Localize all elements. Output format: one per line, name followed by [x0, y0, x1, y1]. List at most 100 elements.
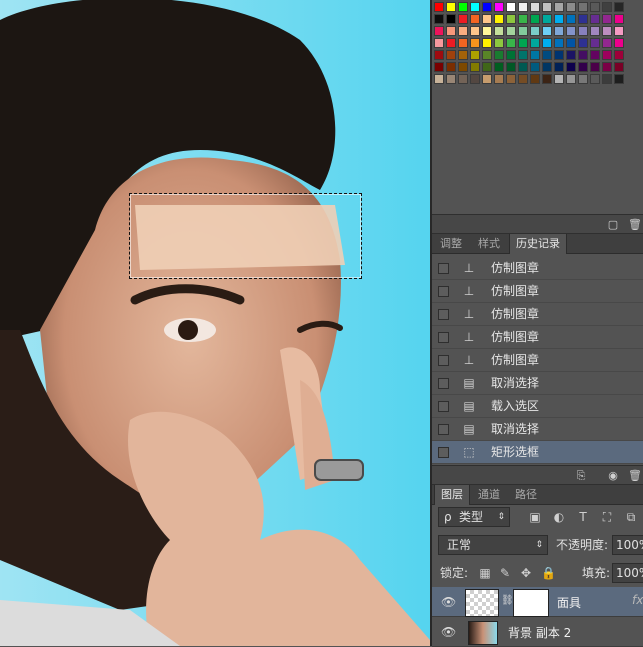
color-swatch[interactable] [554, 38, 564, 48]
color-swatch[interactable] [602, 38, 612, 48]
color-swatch[interactable] [518, 14, 528, 24]
color-swatch[interactable] [434, 38, 444, 48]
color-swatch[interactable] [542, 26, 552, 36]
color-swatch[interactable] [542, 2, 552, 12]
color-swatch[interactable] [446, 2, 456, 12]
color-swatch[interactable] [446, 62, 456, 72]
history-state-row[interactable]: ⊥ 仿制图章 [432, 257, 643, 280]
color-swatch[interactable] [518, 38, 528, 48]
color-swatch[interactable] [566, 50, 576, 60]
color-swatch[interactable] [578, 2, 588, 12]
color-swatch[interactable] [590, 50, 600, 60]
adjustment-layer-filter-icon[interactable]: ◐ [552, 510, 566, 524]
color-swatch[interactable] [458, 50, 468, 60]
color-swatch[interactable] [506, 14, 516, 24]
color-swatch[interactable] [494, 2, 504, 12]
color-swatch[interactable] [506, 50, 516, 60]
history-brush-source-checkbox[interactable] [438, 263, 449, 274]
color-swatch[interactable] [566, 14, 576, 24]
color-swatch[interactable] [494, 26, 504, 36]
color-swatch[interactable] [566, 26, 576, 36]
lock-all-icon[interactable]: 🔒 [541, 566, 556, 580]
color-swatch[interactable] [590, 38, 600, 48]
layer-name[interactable]: 背景 副本 2 [508, 624, 571, 641]
layer-mask-thumbnail[interactable] [513, 589, 549, 617]
color-swatch[interactable] [578, 74, 588, 84]
color-swatch[interactable] [518, 2, 528, 12]
history-state-row[interactable]: ⊥ 仿制图章 [432, 326, 643, 349]
color-swatch[interactable] [554, 50, 564, 60]
color-swatch[interactable] [602, 14, 612, 24]
color-swatch[interactable] [470, 38, 480, 48]
lock-position-icon[interactable]: ✥ [519, 566, 533, 580]
color-swatch[interactable] [458, 26, 468, 36]
opacity-input[interactable]: 100% [612, 535, 643, 555]
history-state-row[interactable]: ⬚ 矩形选框 [432, 441, 643, 464]
layer-filter-select[interactable]: ρ 类型 ⇕ [438, 507, 510, 527]
color-swatch[interactable] [458, 62, 468, 72]
color-swatch[interactable] [578, 50, 588, 60]
layer-row-background-copy[interactable]: 👁 背景 副本 2 [432, 617, 643, 647]
color-swatch[interactable] [446, 38, 456, 48]
color-swatch[interactable] [590, 62, 600, 72]
tab-layers[interactable]: 图层 [434, 485, 470, 505]
color-swatch[interactable] [590, 14, 600, 24]
color-swatch[interactable] [566, 38, 576, 48]
color-swatch[interactable] [482, 50, 492, 60]
layer-row-mask[interactable]: 👁 ⛓ 面具 fx [432, 587, 643, 617]
fill-input[interactable]: 100% [612, 563, 643, 583]
history-state-row[interactable]: ▤ 取消选择 [432, 372, 643, 395]
color-swatch[interactable] [554, 62, 564, 72]
color-swatch[interactable] [530, 2, 540, 12]
color-swatch[interactable] [542, 50, 552, 60]
color-swatch[interactable] [530, 38, 540, 48]
color-swatch[interactable] [530, 14, 540, 24]
color-swatch[interactable] [470, 14, 480, 24]
color-swatch[interactable] [506, 26, 516, 36]
color-swatch[interactable] [482, 2, 492, 12]
trash-icon[interactable]: 🗑 [628, 469, 642, 483]
color-swatch[interactable] [602, 2, 612, 12]
color-swatch[interactable] [506, 38, 516, 48]
type-layer-filter-icon[interactable]: T [576, 510, 590, 524]
color-swatch[interactable] [446, 14, 456, 24]
color-swatch[interactable] [470, 50, 480, 60]
color-swatch[interactable] [602, 50, 612, 60]
color-swatch[interactable] [458, 2, 468, 12]
color-swatch[interactable] [506, 62, 516, 72]
color-swatch[interactable] [542, 38, 552, 48]
color-swatch[interactable] [530, 62, 540, 72]
history-state-row[interactable]: ▤ 载入选区 [432, 395, 643, 418]
color-swatch[interactable] [602, 26, 612, 36]
tab-history[interactable]: 历史记录 [509, 234, 567, 254]
color-swatch[interactable] [446, 50, 456, 60]
color-swatch[interactable] [554, 74, 564, 84]
color-swatch[interactable] [614, 38, 624, 48]
color-swatch[interactable] [518, 50, 528, 60]
color-swatch[interactable] [458, 38, 468, 48]
document-canvas[interactable] [0, 0, 430, 646]
color-swatch[interactable] [470, 26, 480, 36]
camera-snapshot-icon[interactable]: ◉ [606, 469, 620, 483]
lock-transparent-pixels-icon[interactable]: ▦ [478, 566, 492, 580]
color-swatch[interactable] [434, 2, 444, 12]
history-brush-source-checkbox[interactable] [438, 309, 449, 320]
smart-object-filter-icon[interactable]: ⧉ [624, 510, 638, 524]
eye-icon[interactable]: 👁 [441, 595, 456, 609]
color-swatch[interactable] [566, 74, 576, 84]
swatches-grid[interactable] [434, 2, 643, 86]
color-swatch[interactable] [554, 14, 564, 24]
history-brush-source-checkbox[interactable] [438, 286, 449, 297]
fx-icon[interactable]: fx [632, 593, 643, 607]
new-swatch-icon[interactable]: ▢ [606, 218, 620, 232]
color-swatch[interactable] [494, 74, 504, 84]
history-brush-source-checkbox[interactable] [438, 447, 449, 458]
history-state-row[interactable]: ⊥ 仿制图章 [432, 349, 643, 372]
trash-icon[interactable]: 🗑 [628, 218, 642, 232]
color-swatch[interactable] [434, 74, 444, 84]
history-state-row[interactable]: ⊥ 仿制图章 [432, 280, 643, 303]
color-swatch[interactable] [482, 14, 492, 24]
color-swatch[interactable] [578, 14, 588, 24]
new-document-from-state-icon[interactable]: ⎘ [574, 469, 588, 483]
blend-mode-select[interactable]: 正常 ⇕ [438, 535, 548, 555]
